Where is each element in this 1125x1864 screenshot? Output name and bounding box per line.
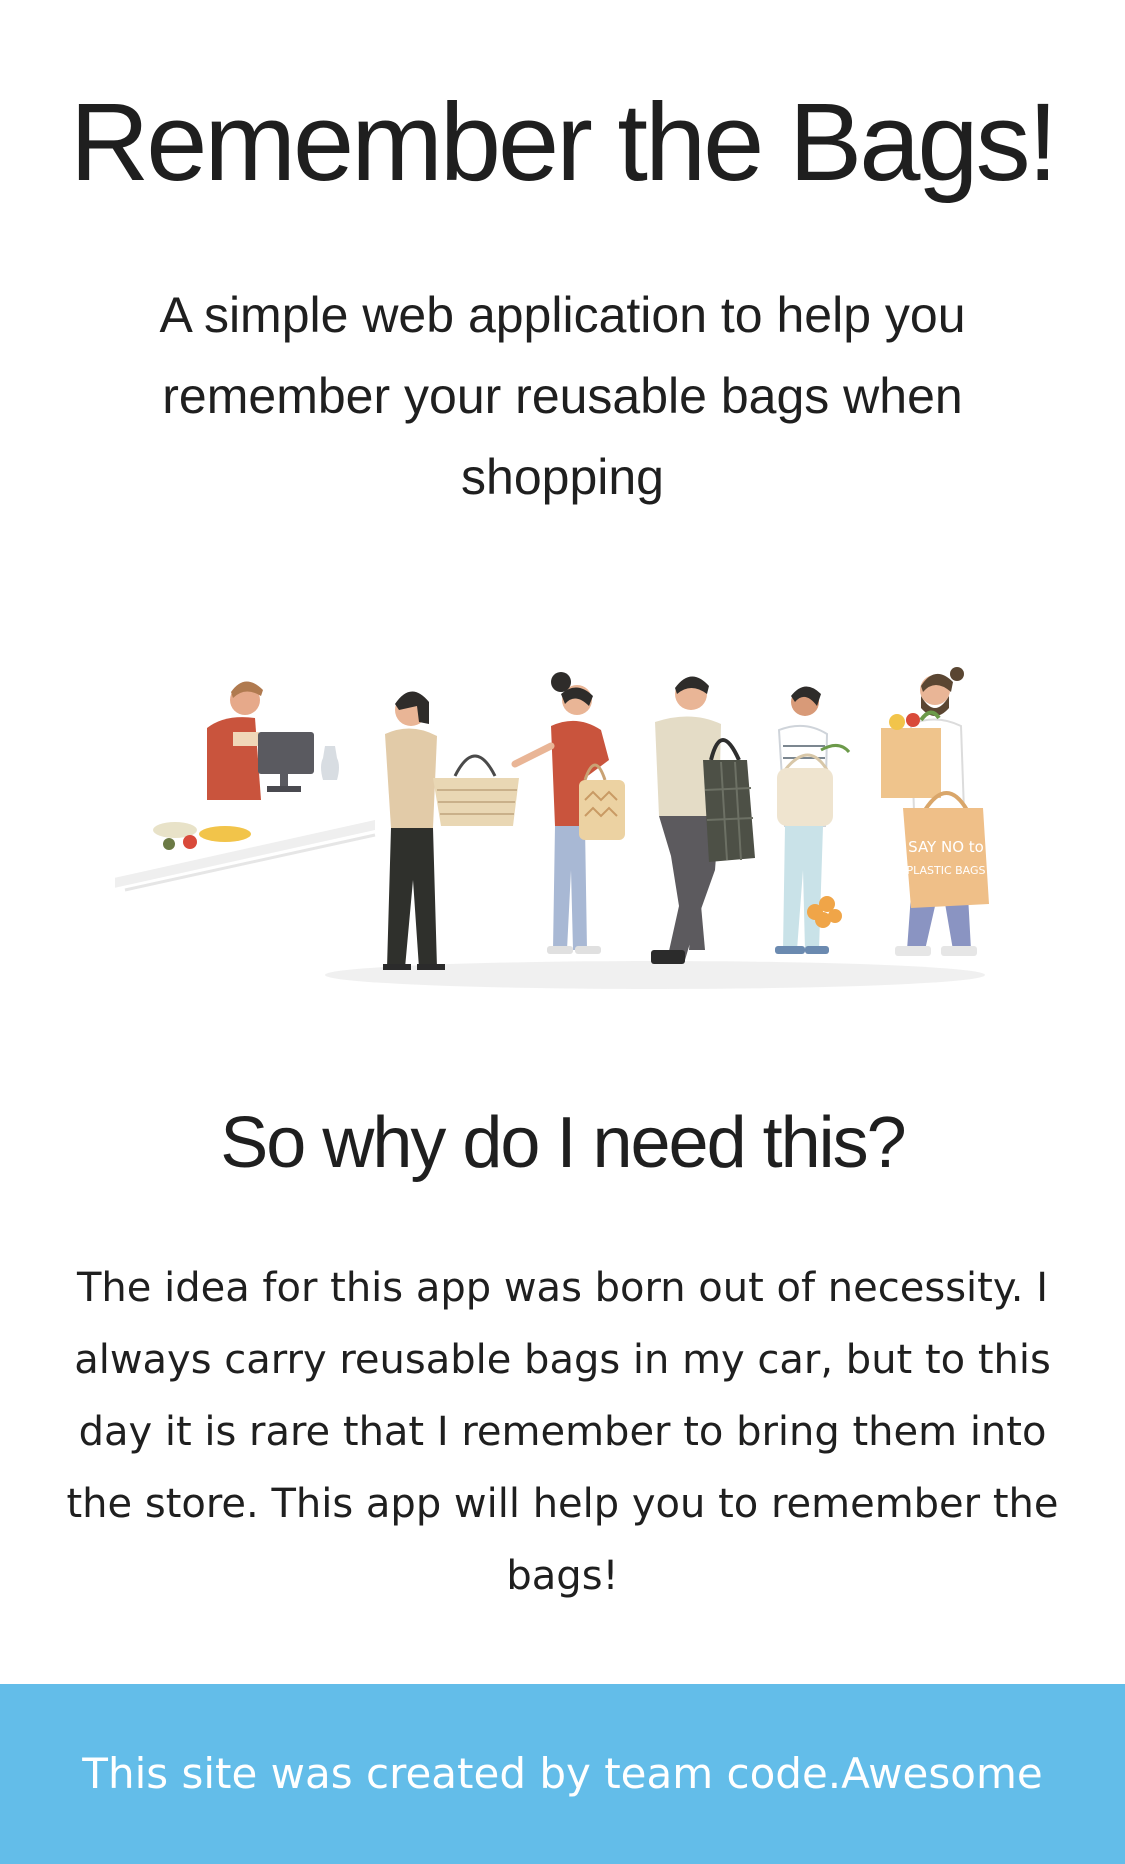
cashier-figure	[207, 681, 263, 800]
why-body-text: The idea for this app was born out of ne…	[66, 1265, 1059, 1599]
shopping-illustration: SAY NO to PLASTIC BAGS	[115, 667, 989, 989]
page: Remember the Bags! A simple web applicat…	[0, 0, 1125, 1864]
why-heading: So why do I need this?	[220, 1103, 906, 1183]
shopper-figure-2	[511, 672, 625, 954]
page-title: Remember the Bags!	[69, 81, 1058, 204]
footer: This site was created by team code.Aweso…	[0, 1684, 1125, 1864]
bag-text-line1: SAY NO to	[908, 838, 984, 856]
footer-credit-text: This site was created by team code.Aweso…	[82, 1749, 1043, 1798]
bag-text-line2: PLASTIC BAGS	[906, 864, 985, 877]
page-subtitle: A simple web application to help you rem…	[159, 287, 966, 505]
shopper-figure-1	[383, 691, 519, 970]
shopper-figure-3	[651, 676, 755, 964]
shopper-figure-5: SAY NO to PLASTIC BAGS	[881, 667, 989, 956]
shopper-figure-4	[775, 686, 851, 954]
